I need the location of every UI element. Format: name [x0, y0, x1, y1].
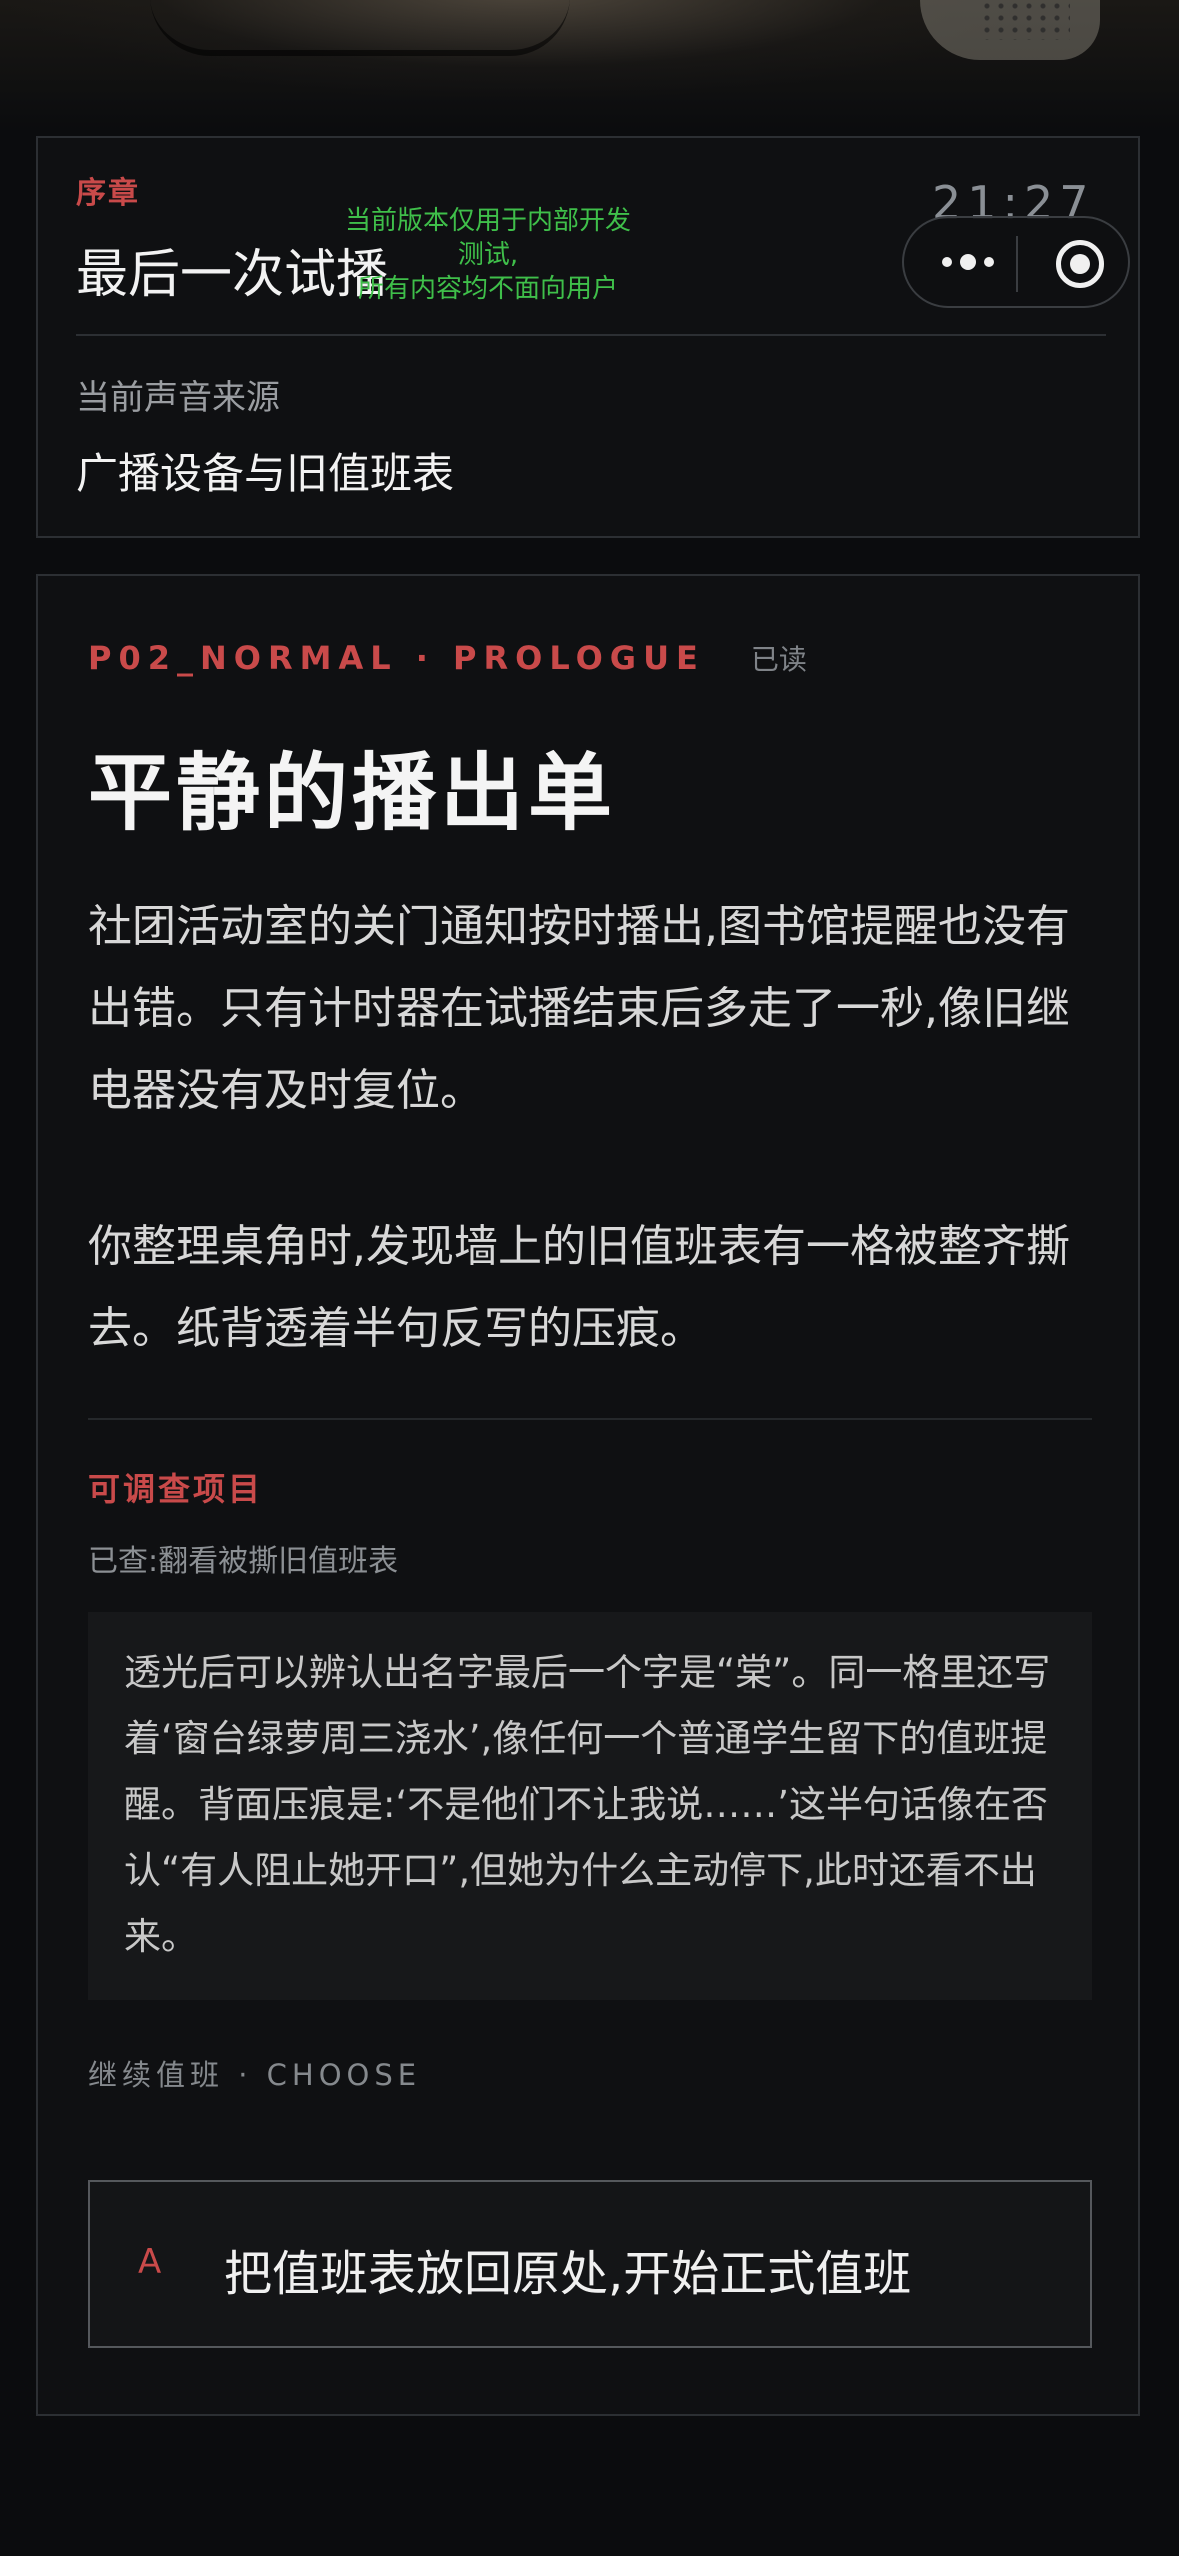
header-card: 序章 最后一次试播 当前版本仅用于内部开发测试, 所有内容均不面向用户 21:2…: [36, 136, 1140, 538]
more-menu-button[interactable]: [932, 240, 1004, 284]
story-divider: [88, 1418, 1092, 1420]
clue-note-text: 透光后可以辨认出名字最后一个字是“棠”。同一格里还写着‘窗台绿萝周三浇水’,像任…: [124, 1651, 1051, 1958]
dev-notice-line2: 所有内容均不面向用户: [357, 274, 618, 304]
mini-program-capsule: [902, 216, 1130, 308]
checked-item: 已查:翻看被撕旧值班表: [88, 1544, 399, 1579]
story-title: 平静的播出单: [88, 744, 617, 842]
choose-label: 继续值班 · CHOOSE: [88, 2058, 422, 2092]
dev-notice: 当前版本仅用于内部开发测试, 所有内容均不面向用户: [338, 204, 638, 306]
clue-note: 透光后可以辨认出名字最后一个字是“棠”。同一格里还写着‘窗台绿萝周三浇水’,像任…: [88, 1612, 1092, 2000]
more-dot-icon: [942, 257, 952, 267]
capsule-divider: [1016, 236, 1018, 292]
story-paragraph: 社团活动室的关门通知按时播出,图书馆提醒也没有出错。只有计时器在试播结束后多走了…: [88, 901, 1070, 1116]
story-card: P02_NORMAL · PROLOGUE 已读 平静的播出单 社团活动室的关门…: [36, 574, 1140, 2416]
choice-text: 把值班表放回原处,开始正式值班: [224, 2246, 912, 2302]
source-label: 当前声音来源: [76, 378, 280, 418]
choice-button-a[interactable]: A 把值班表放回原处,开始正式值班: [88, 2180, 1092, 2348]
story-paragraph: 你整理桌角时,发现墙上的旧值班表有一格被整齐撕去。纸背透着半句反写的压痕。: [88, 1221, 1070, 1354]
header-divider: [76, 334, 1106, 336]
hero-desk-shape: [150, 0, 570, 56]
story-meta: P02_NORMAL · PROLOGUE 已读: [88, 638, 807, 678]
close-target-icon[interactable]: [1056, 240, 1104, 288]
read-status: 已读: [750, 643, 807, 676]
source-value: 广播设备与旧值班表: [76, 449, 455, 498]
choice-letter: A: [138, 2242, 162, 2282]
hero-image: [0, 0, 1179, 130]
telephone-keypad: [980, 0, 1070, 40]
story-code: P02_NORMAL · PROLOGUE: [88, 639, 705, 677]
investigate-title: 可调查项目: [88, 1470, 264, 1508]
chapter-label: 序章: [76, 176, 140, 211]
more-dot-icon: [960, 254, 976, 270]
more-dot-icon: [984, 257, 994, 267]
dev-notice-line1: 当前版本仅用于内部开发测试,: [344, 206, 631, 270]
